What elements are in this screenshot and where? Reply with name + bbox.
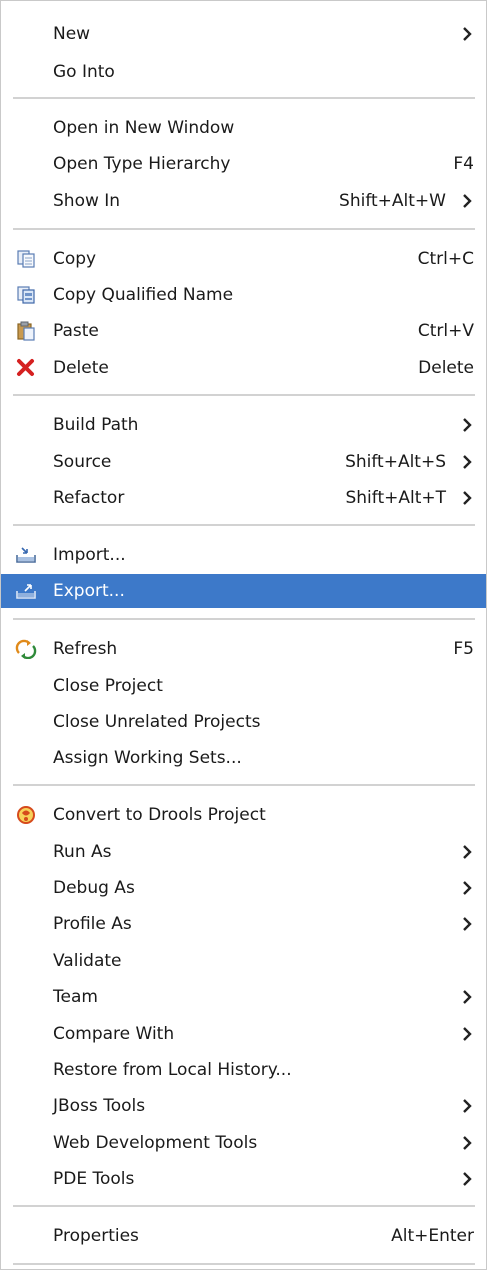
- menu-item-show-in[interactable]: Show In Shift+Alt+W: [1, 184, 486, 218]
- menu-item-web-development-tools[interactable]: Web Development Tools: [1, 1126, 486, 1160]
- menu-item-assign-working-sets[interactable]: Assign Working Sets...: [1, 741, 486, 775]
- menu-separator: [13, 394, 475, 397]
- menu-item-shortcut: Shift+Alt+T: [345, 488, 446, 508]
- menu-item-delete[interactable]: Delete Delete: [1, 351, 486, 385]
- menu-item-label: Import...: [53, 545, 126, 565]
- menu-item-restore-from-local-history[interactable]: Restore from Local History...: [1, 1053, 486, 1087]
- menu-item-open-type-hierarchy[interactable]: Open Type Hierarchy F4: [1, 147, 486, 181]
- menu-item-shortcut: Delete: [418, 358, 474, 378]
- copy-qualified-name-icon: [17, 286, 35, 304]
- menu-item-label: Build Path: [53, 415, 139, 435]
- menu-item-label: Source: [53, 452, 112, 472]
- menu-item-label: Convert to Drools Project: [53, 805, 266, 825]
- menu-separator: [13, 784, 475, 787]
- menu-item-label: Properties: [53, 1226, 139, 1246]
- export-icon: [16, 584, 36, 599]
- menu-item-close-unrelated-projects[interactable]: Close Unrelated Projects: [1, 705, 486, 739]
- drools-icon: [17, 806, 35, 824]
- import-icon: [16, 547, 36, 563]
- menu-item-shortcut: F4: [453, 154, 474, 174]
- menu-item-source[interactable]: Source Shift+Alt+S: [1, 445, 486, 479]
- menu-item-label: Compare With: [53, 1024, 175, 1044]
- paste-icon: [17, 321, 35, 341]
- menu-item-label: Close Unrelated Projects: [53, 712, 261, 732]
- menu-item-label: Assign Working Sets...: [53, 748, 242, 768]
- menu-item-label: Open in New Window: [53, 118, 235, 138]
- chevron-right-icon: [463, 1172, 472, 1186]
- menu-separator: [13, 524, 475, 527]
- menu-separator: [13, 618, 475, 621]
- chevron-right-icon: [463, 1099, 472, 1113]
- menu-item-shortcut: Shift+Alt+W: [339, 191, 446, 211]
- menu-item-label: Restore from Local History...: [53, 1060, 292, 1080]
- copy-icon: [17, 250, 35, 268]
- menu-item-label: Open Type Hierarchy: [53, 154, 231, 174]
- menu-item-label: Profile As: [53, 914, 132, 934]
- chevron-right-icon: [463, 491, 472, 505]
- menu-item-debug-as[interactable]: Debug As: [1, 871, 486, 905]
- menu-item-go-into[interactable]: Go Into: [1, 55, 486, 89]
- menu-item-label: New: [53, 24, 91, 44]
- chevron-right-icon: [463, 845, 472, 859]
- chevron-right-icon: [463, 27, 472, 41]
- menu-item-shortcut: Ctrl+C: [417, 249, 474, 269]
- menu-item-refresh[interactable]: Refresh F5: [1, 632, 486, 666]
- menu-item-label: Copy Qualified Name: [53, 285, 234, 305]
- menu-item-label: Copy: [53, 249, 97, 269]
- menu-item-label: JBoss Tools: [53, 1096, 146, 1116]
- menu-item-copy[interactable]: Copy Ctrl+C: [1, 242, 486, 276]
- menu-item-validate[interactable]: Validate: [1, 944, 486, 978]
- chevron-right-icon: [463, 1027, 472, 1041]
- chevron-right-icon: [463, 418, 472, 432]
- menu-item-label: Validate: [53, 951, 122, 971]
- menu-item-label: Close Project: [53, 676, 163, 696]
- menu-item-profile-as[interactable]: Profile As: [1, 907, 486, 941]
- chevron-right-icon: [463, 1136, 472, 1150]
- menu-separator: [13, 1205, 475, 1208]
- menu-item-label: Delete: [53, 358, 109, 378]
- menu-item-shortcut: Shift+Alt+S: [345, 452, 446, 472]
- menu-item-label: Web Development Tools: [53, 1133, 258, 1153]
- menu-item-shortcut: Ctrl+V: [417, 321, 474, 341]
- menu-item-shortcut: Alt+Enter: [391, 1226, 474, 1246]
- menu-item-close-project[interactable]: Close Project: [1, 669, 486, 703]
- menu-item-label: Debug As: [53, 878, 135, 898]
- chevron-right-icon: [463, 917, 472, 931]
- menu-item-jboss-tools[interactable]: JBoss Tools: [1, 1089, 486, 1123]
- chevron-right-icon: [463, 881, 472, 895]
- menu-item-build-path[interactable]: Build Path: [1, 408, 486, 442]
- context-menu: New Go Into Open in New Window Open Type…: [0, 0, 487, 1270]
- menu-item-team[interactable]: Team: [1, 980, 486, 1014]
- menu-item-compare-with[interactable]: Compare With: [1, 1017, 486, 1051]
- menu-separator: [13, 228, 475, 231]
- menu-item-convert-to-drools-project[interactable]: Convert to Drools Project: [1, 798, 486, 832]
- menu-item-run-as[interactable]: Run As: [1, 835, 486, 869]
- menu-item-pde-tools[interactable]: PDE Tools: [1, 1162, 486, 1196]
- menu-item-copy-qualified-name[interactable]: Copy Qualified Name: [1, 278, 486, 312]
- menu-item-properties[interactable]: Properties Alt+Enter: [1, 1219, 486, 1253]
- menu-separator: [13, 97, 475, 100]
- menu-item-label: Go Into: [53, 62, 115, 82]
- menu-item-shortcut: F5: [453, 639, 474, 659]
- menu-item-label: Refactor: [53, 488, 125, 508]
- menu-item-new[interactable]: New: [1, 17, 486, 51]
- menu-item-refactor[interactable]: Refactor Shift+Alt+T: [1, 481, 486, 515]
- menu-item-label: Run As: [53, 842, 112, 862]
- menu-item-import[interactable]: Import...: [1, 538, 486, 572]
- menu-item-label: Refresh: [53, 639, 118, 659]
- menu-item-export[interactable]: Export...: [1, 574, 486, 608]
- menu-item-label: PDE Tools: [53, 1169, 135, 1189]
- menu-item-label: Export...: [53, 581, 125, 601]
- delete-icon: [17, 359, 34, 376]
- menu-item-label: Paste: [53, 321, 99, 341]
- menu-item-label: Show In: [53, 191, 121, 211]
- chevron-right-icon: [463, 990, 472, 1004]
- chevron-right-icon: [463, 455, 472, 469]
- chevron-right-icon: [463, 194, 472, 208]
- menu-item-open-in-new-window[interactable]: Open in New Window: [1, 111, 486, 145]
- menu-item-label: Team: [53, 987, 98, 1007]
- menu-separator: [13, 1263, 475, 1266]
- menu-item-paste[interactable]: Paste Ctrl+V: [1, 314, 486, 348]
- refresh-icon: [15, 639, 37, 659]
